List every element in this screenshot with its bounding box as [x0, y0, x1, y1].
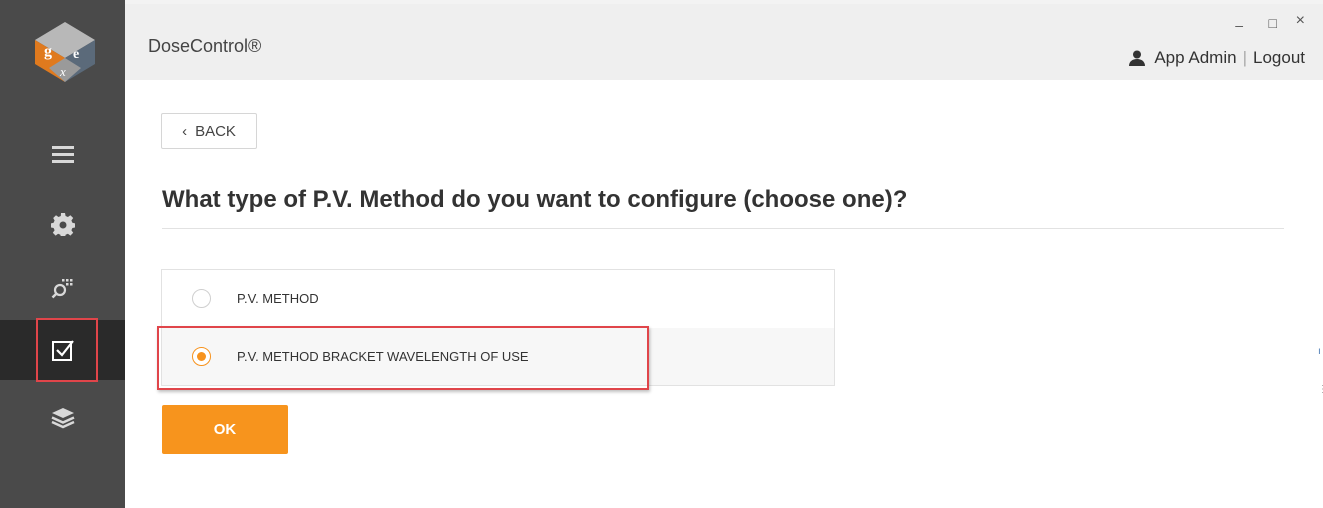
user-area: App Admin | Logout [1128, 48, 1305, 68]
sidebar: g e x [0, 0, 125, 508]
title-bar: DoseControl® – □ × App Admin | Logout [125, 0, 1323, 80]
method-options: P.V. METHOD P.V. METHOD BRACKET WAVELENG… [161, 269, 835, 386]
sidebar-item-search[interactable] [0, 260, 125, 316]
gex-logo: g e x [35, 22, 95, 82]
chevron-left-icon: ‹ [182, 122, 188, 140]
option-pv-method[interactable]: P.V. METHOD [162, 270, 834, 327]
sidebar-item-checklist[interactable] [0, 320, 125, 380]
edge-artifact: ⋮ [1318, 384, 1323, 395]
radio-button[interactable] [192, 289, 211, 308]
checkbox-icon [51, 340, 74, 361]
sidebar-item-layers[interactable] [0, 390, 125, 446]
divider [162, 228, 1284, 229]
user-separator: | [1242, 48, 1247, 67]
user-icon [1129, 50, 1146, 66]
option-label: P.V. METHOD [237, 291, 319, 306]
menu-icon [51, 146, 74, 163]
option-pv-method-bracket[interactable]: P.V. METHOD BRACKET WAVELENGTH OF USE [162, 328, 834, 385]
svg-text:g: g [44, 43, 52, 60]
search-grid-icon [51, 279, 72, 299]
back-button[interactable]: ‹ BACK [161, 113, 257, 149]
svg-text:x: x [59, 64, 66, 79]
app-title: DoseControl® [148, 36, 262, 56]
user-name[interactable]: App Admin [1154, 48, 1236, 68]
close-button[interactable]: × [1296, 13, 1305, 29]
maximize-button[interactable]: □ [1269, 16, 1277, 30]
sidebar-item-settings[interactable] [0, 196, 125, 252]
minimize-button[interactable]: – [1235, 18, 1243, 32]
radio-button-selected[interactable] [192, 347, 211, 366]
back-label: BACK [195, 122, 236, 140]
edge-artifact: ı [1318, 346, 1321, 357]
ok-button[interactable]: OK [162, 405, 288, 454]
sidebar-item-menu[interactable] [0, 126, 125, 182]
layers-icon [51, 408, 74, 429]
page-title: What type of P.V. Method do you want to … [162, 186, 908, 213]
gear-icon [50, 213, 75, 236]
option-label: P.V. METHOD BRACKET WAVELENGTH OF USE [237, 349, 529, 364]
logout-link[interactable]: Logout [1253, 48, 1305, 68]
svg-text:e: e [73, 47, 79, 62]
